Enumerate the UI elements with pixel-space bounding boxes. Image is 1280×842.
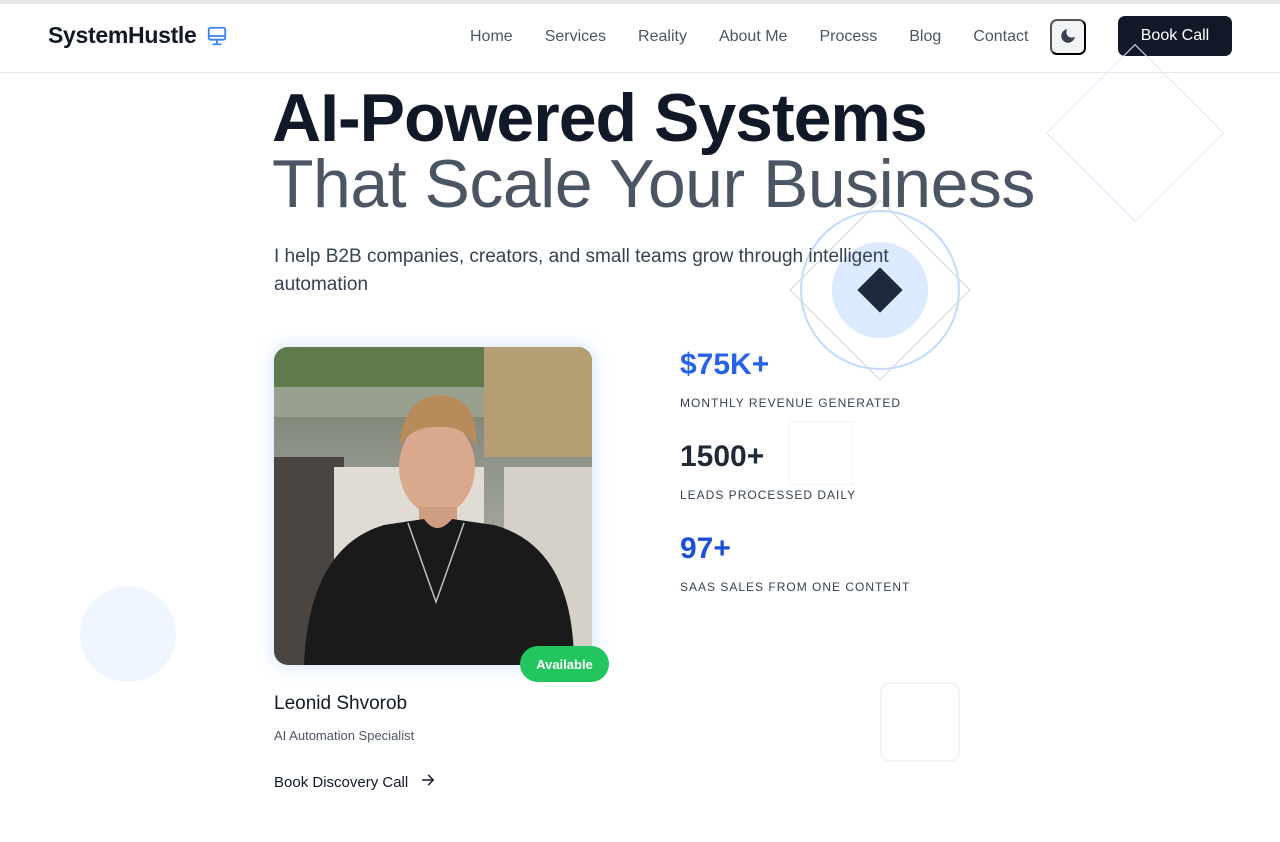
stat-label: LEADS PROCESSED DAILY [680, 488, 857, 502]
nav-link-home[interactable]: Home [454, 26, 529, 48]
arrow-right-icon [420, 772, 436, 792]
book-discovery-call-link[interactable]: Book Discovery Call [274, 772, 436, 792]
theme-toggle-button[interactable] [1050, 19, 1086, 55]
stat-label: SAAS SALES FROM ONE CONTENT [680, 580, 911, 594]
nav-link-reality[interactable]: Reality [622, 26, 703, 48]
stat-value: 97+ [680, 532, 731, 565]
nav-links: Home Services Reality About Me Process B… [454, 26, 1044, 48]
book-call-button[interactable]: Book Call [1118, 16, 1232, 56]
stat-value: $75K+ [680, 348, 770, 381]
navbar: SystemHustle Home Services Reality About… [0, 4, 1280, 73]
brand-logo[interactable]: SystemHustle [48, 22, 228, 49]
stat-leads: 1500+ LEADS PROCESSED DAILY [680, 440, 856, 502]
nav-link-services[interactable]: Services [529, 26, 622, 48]
stat-value: 1500+ [680, 440, 765, 473]
hero-subtitle: I help B2B companies, creators, and smal… [274, 246, 889, 295]
stat-sales: 97+ SAAS SALES FROM ONE CONTENT [680, 532, 910, 594]
nav-link-process[interactable]: Process [803, 26, 893, 48]
hero-title-line1: AI-Powered Systems [272, 80, 928, 156]
stat-label: MONTHLY REVENUE GENERATED [680, 396, 902, 410]
decorative-rounded-square [880, 682, 960, 762]
brand-name: SystemHustle [48, 22, 197, 48]
hero-title-line2: That Scale Your Business [272, 146, 1035, 222]
moon-icon [1059, 27, 1077, 48]
stat-revenue: $75K+ MONTHLY REVENUE GENERATED [680, 348, 901, 410]
profile-photo [274, 347, 592, 665]
nav-link-contact[interactable]: Contact [957, 26, 1044, 48]
profile-role: AI Automation Specialist [274, 728, 415, 743]
discovery-call-label: Book Discovery Call [274, 773, 409, 791]
status-badge: Available [520, 646, 609, 682]
nav-link-about-me[interactable]: About Me [703, 26, 803, 48]
nav-link-blog[interactable]: Blog [893, 26, 957, 48]
decorative-left-circle [80, 586, 176, 682]
profile-name: Leonid Shvorob [274, 693, 408, 714]
monitor-icon [206, 25, 228, 47]
